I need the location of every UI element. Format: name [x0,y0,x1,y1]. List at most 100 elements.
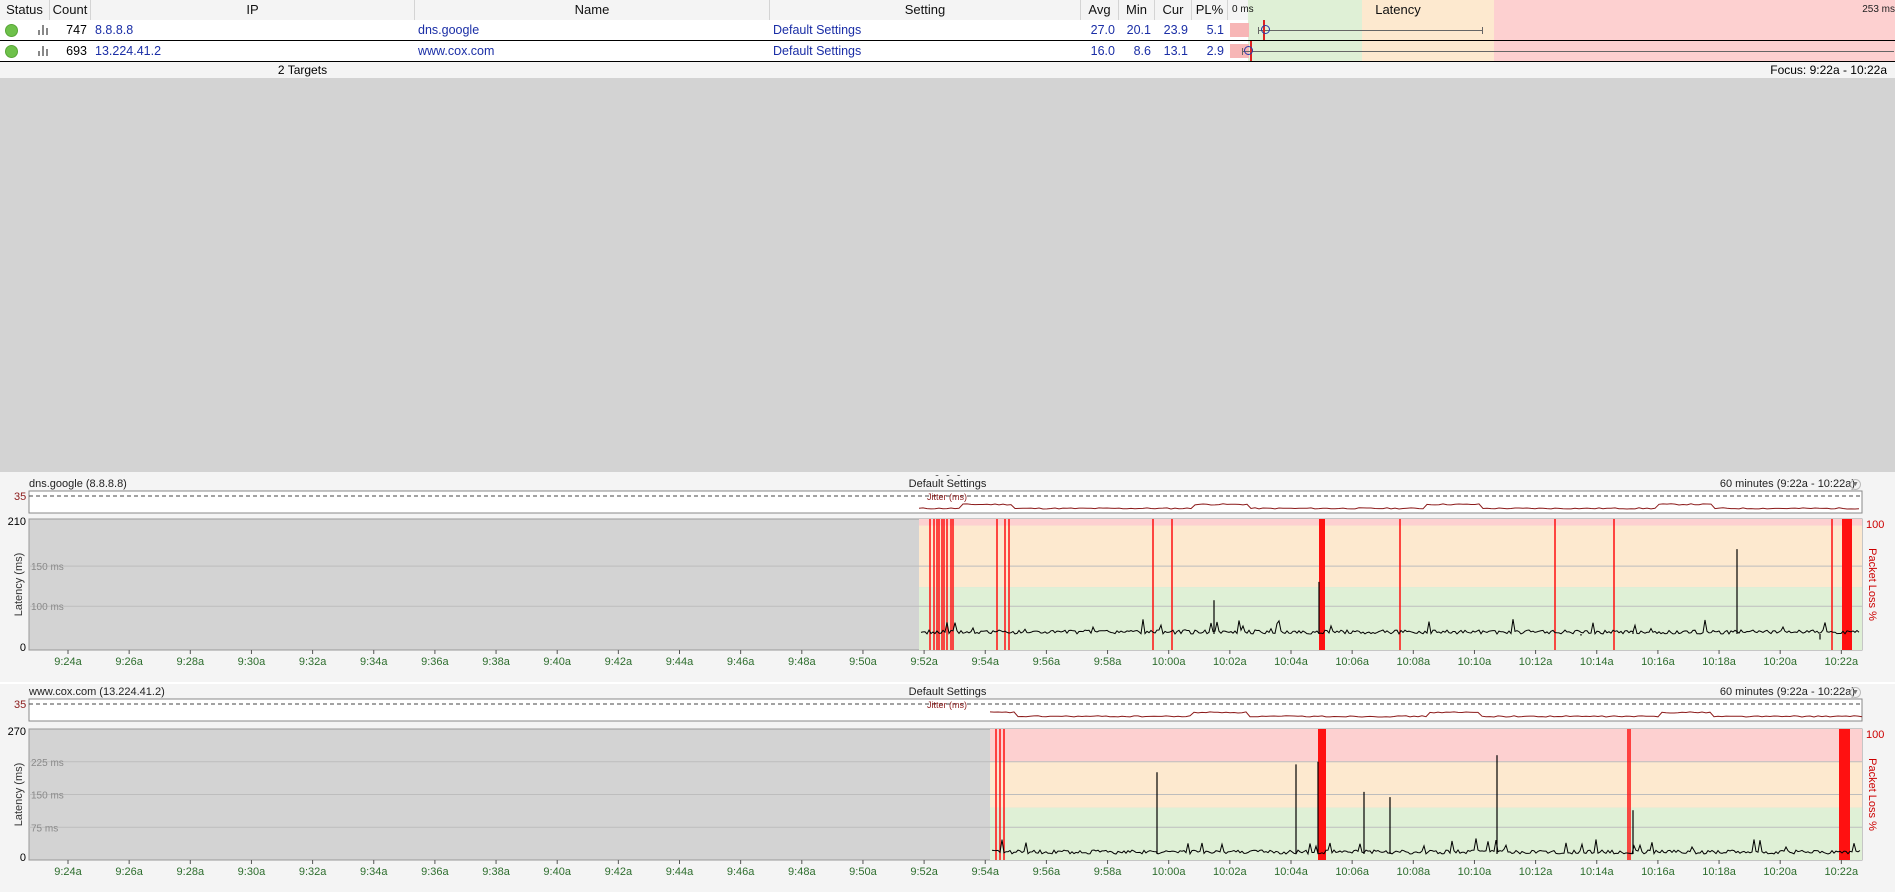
count-value: 747 [66,23,87,37]
x-tick-label: 9:28a [177,866,205,878]
column-name[interactable]: Name [415,0,770,20]
jitter-label: Jitter (ms) [927,700,967,710]
target-table-header: Status Count IP Name Setting Avg Min Cur… [0,0,1895,21]
name-value[interactable]: dns.google [418,20,758,40]
x-tick-label: 9:58a [1094,866,1122,878]
ip-value[interactable]: 13.224.41.2 [95,41,395,61]
x-tick-label: 9:44a [666,656,694,668]
column-avg[interactable]: Avg [1081,0,1119,20]
y-grid-label: 225 ms [31,758,64,769]
timeline-graph-panel[interactable]: 35 Jitter (ms) 225 ms 150 ms 75 ms 270 0 Latenc… [0,684,1895,892]
timeline-graph-panel[interactable]: 35 Jitter (ms) 150 ms 100 ms 210 0 Latency (ms… [0,476,1895,682]
chevron-down-icon[interactable]: ▼ [1850,479,1861,490]
x-tick-label: 9:32a [299,866,327,878]
y-max-label: 210 [8,516,26,528]
status-ok-icon [5,45,18,58]
packet-loss-block [1318,729,1326,860]
y-grid-label: 150 ms [31,562,64,573]
latency-title: Latency [1375,2,1421,17]
latency-mini-graph [1228,41,1895,61]
x-tick-label: 10:20a [1763,866,1798,878]
y-max-label: 270 [8,726,26,738]
x-tick-label: 9:56a [1033,656,1061,668]
x-tick-label: 9:24a [54,656,82,668]
jitter-max-label: 35 [14,699,26,711]
packet-loss-axis-title: Packet Loss % [1866,758,1878,831]
table-row[interactable]: 747 8.8.8.8 dns.google Default Settings … [0,20,1895,41]
x-tick-label: 10:10a [1458,866,1493,878]
column-latency[interactable]: 0 ms Latency 253 ms [1228,0,1895,20]
min-value: 8.6 [1133,44,1151,58]
x-tick-label: 10:18a [1702,866,1737,878]
graph-time-range[interactable]: 60 minutes (9:22a - 10:22a) [1720,477,1855,491]
x-tick-label: 10:18a [1702,656,1737,668]
x-tick-label: 10:12a [1519,656,1554,668]
x-tick-label: 10:10a [1458,656,1493,668]
x-tick-label: 9:38a [482,656,510,668]
x-tick-label: 9:30a [238,866,266,878]
column-ip[interactable]: IP [91,0,415,20]
x-tick-label: 10:04a [1274,656,1309,668]
packet-loss-axis-title: Packet Loss % [1866,548,1878,621]
x-tick-label: 10:00a [1152,656,1187,668]
x-tick-label: 10:06a [1335,866,1370,878]
graph-setting-title[interactable]: Default Settings [0,685,1895,699]
column-pl[interactable]: PL% [1192,0,1228,20]
table-empty-area [0,62,1895,472]
x-tick-label: 10:08a [1396,866,1431,878]
graph-time-range[interactable]: 60 minutes (9:22a - 10:22a) [1720,685,1855,699]
jitter-label: Jitter (ms) [927,492,967,502]
x-tick-label: 10:06a [1335,656,1370,668]
pl-value: 5.1 [1206,23,1224,37]
x-tick-label: 9:50a [849,866,877,878]
count-value: 693 [66,44,87,58]
x-tick-label: 9:24a [54,866,82,878]
column-status[interactable]: Status [0,0,50,20]
latency-mini-graph [1228,20,1895,40]
x-tick-label: 9:26a [115,866,143,878]
jitter-max-label: 35 [14,491,26,503]
latency-zone-band [919,525,1862,588]
x-tick-label: 10:02a [1213,866,1248,878]
column-setting[interactable]: Setting [770,0,1081,20]
bar-graph-icon[interactable] [38,46,50,56]
x-tick-label: 9:42a [605,656,633,668]
table-footer: 2 Targets Focus: 9:22a - 10:22a [0,62,1895,78]
setting-value[interactable]: Default Settings [773,41,1073,61]
x-tick-label: 10:12a [1519,866,1554,878]
y-min-label: 0 [20,852,26,864]
pingplotter-window: Status Count IP Name Setting Avg Min Cur… [0,0,1895,892]
timeline-graph[interactable]: 35 Jitter (ms) 225 ms 150 ms 75 ms 270 0 Latenc… [0,684,1895,892]
table-row[interactable]: 693 13.224.41.2 www.cox.com Default Sett… [0,41,1895,62]
x-tick-label: 9:34a [360,656,388,668]
latency-zone-band [919,587,1862,650]
x-tick-label: 9:48a [788,656,816,668]
column-count[interactable]: Count [50,0,91,20]
bar-graph-icon[interactable] [38,25,50,35]
latency-range-line [1242,51,1894,52]
y-axis-title: Latency (ms) [13,553,25,617]
x-tick-label: 9:46a [727,656,755,668]
y-grid-label: 150 ms [31,791,64,802]
setting-value[interactable]: Default Settings [773,20,1073,40]
avg-value: 16.0 [1090,44,1115,58]
timeline-graph[interactable]: 35 Jitter (ms) 150 ms 100 ms 210 0 Latency (ms… [0,476,1895,682]
column-min[interactable]: Min [1119,0,1155,20]
x-tick-label: 9:46a [727,866,755,878]
graph-setting-title[interactable]: Default Settings [0,477,1895,491]
x-tick-label: 9:36a [421,656,449,668]
packet-loss-block [1319,519,1325,650]
focus-range[interactable]: Focus: 9:22a - 10:22a [1770,62,1887,78]
x-tick-label: 9:42a [605,866,633,878]
y-min-label: 0 [20,642,26,654]
name-value[interactable]: www.cox.com [418,41,758,61]
min-value: 20.1 [1126,23,1151,37]
chevron-down-icon[interactable]: ▼ [1850,687,1861,698]
ip-value[interactable]: 8.8.8.8 [95,20,395,40]
x-tick-label: 10:00a [1152,866,1187,878]
latency-zone-band [919,519,1862,526]
column-cur[interactable]: Cur [1155,0,1192,20]
x-tick-label: 10:08a [1396,656,1431,668]
x-tick-label: 9:52a [910,656,938,668]
latency-zone-band [990,729,1862,762]
